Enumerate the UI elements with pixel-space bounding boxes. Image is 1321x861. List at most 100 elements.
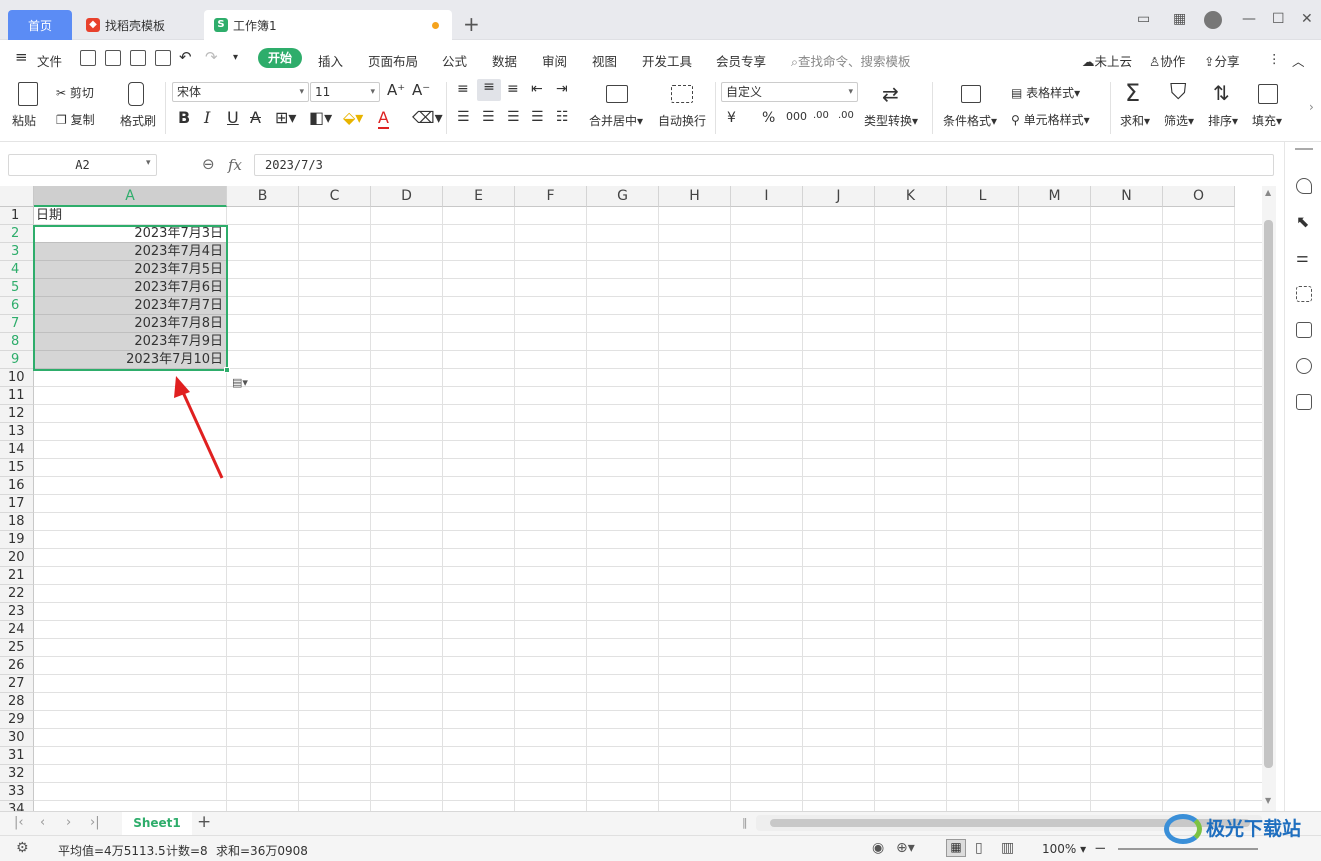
menu-developer[interactable]: 开发工具 xyxy=(642,51,692,70)
align-center-icon[interactable]: ☰ xyxy=(482,109,495,125)
align-middle-icon[interactable]: ≡ xyxy=(477,79,501,101)
macro-icon[interactable]: ⚙ xyxy=(16,840,29,856)
row-header-15[interactable]: 15 xyxy=(0,459,34,477)
increase-indent-icon[interactable]: ⇥ xyxy=(556,81,568,97)
tab-templates[interactable]: ◆ 找稻壳模板 xyxy=(78,10,198,40)
row-header-29[interactable]: 29 xyxy=(0,711,34,729)
normal-view-icon[interactable]: ▦ xyxy=(946,839,966,857)
filter-icon[interactable]: ⛉ xyxy=(1170,80,1187,105)
merge-center-icon[interactable] xyxy=(606,85,628,103)
row-header-21[interactable]: 21 xyxy=(0,567,34,585)
menu-file[interactable]: 文件 xyxy=(37,51,62,70)
wrap-text-button[interactable]: 自动换行 xyxy=(658,112,706,129)
menu-data[interactable]: 数据 xyxy=(492,51,517,70)
fill-color-icon[interactable]: ⬙▾ xyxy=(343,108,363,127)
row-header-2[interactable]: 2 xyxy=(0,225,34,243)
row-header-25[interactable]: 25 xyxy=(0,639,34,657)
name-box-dropdown-icon[interactable]: ▾ xyxy=(146,158,151,168)
export-icon[interactable] xyxy=(105,50,121,66)
row-header-3[interactable]: 3 xyxy=(0,243,34,261)
increase-font-icon[interactable]: A⁺ xyxy=(387,81,405,99)
prev-sheet-icon[interactable]: ‹ xyxy=(40,815,45,830)
merge-center-button[interactable]: 合并居中▾ xyxy=(589,112,643,129)
rocket-icon[interactable] xyxy=(1296,178,1312,194)
font-size-select[interactable]: 11 xyxy=(310,82,380,102)
share-button[interactable]: ⇪分享 xyxy=(1204,51,1240,70)
justify-icon[interactable]: ☰ xyxy=(531,109,544,125)
select-all-corner[interactable] xyxy=(0,186,34,207)
crop-icon[interactable] xyxy=(1296,286,1312,302)
row-header-26[interactable]: 26 xyxy=(0,657,34,675)
column-header-g[interactable]: G xyxy=(587,186,659,207)
format-painter-icon[interactable] xyxy=(128,82,144,106)
column-header-l[interactable]: L xyxy=(947,186,1019,207)
book-search-icon[interactable] xyxy=(1296,394,1312,410)
column-header-a[interactable]: A xyxy=(34,186,227,207)
cell-a7[interactable]: 2023年7月8日 xyxy=(35,315,226,333)
zoom-out-icon[interactable]: − xyxy=(1094,839,1107,857)
filter-button[interactable]: 筛选▾ xyxy=(1164,112,1194,129)
save-icon[interactable] xyxy=(80,50,96,66)
row-header-32[interactable]: 32 xyxy=(0,765,34,783)
sum-button[interactable]: 求和▾ xyxy=(1120,112,1150,129)
cut-button[interactable]: ✂ 剪切 xyxy=(56,84,94,101)
tab-workbook[interactable]: S 工作簿1 xyxy=(204,10,452,40)
decrease-indent-icon[interactable]: ⇤ xyxy=(531,81,543,97)
minimize-icon[interactable]: — xyxy=(1242,11,1256,27)
row-header-20[interactable]: 20 xyxy=(0,549,34,567)
column-header-k[interactable]: K xyxy=(875,186,947,207)
row-header-14[interactable]: 14 xyxy=(0,441,34,459)
cell-style-button[interactable]: ⚲ 单元格样式▾ xyxy=(1011,111,1090,128)
column-header-f[interactable]: F xyxy=(515,186,587,207)
quick-access-dropdown-icon[interactable]: ▾ xyxy=(233,52,238,63)
row-header-18[interactable]: 18 xyxy=(0,513,34,531)
align-left-icon[interactable]: ☰ xyxy=(457,109,470,125)
cell-a3[interactable]: 2023年7月4日 xyxy=(35,243,226,261)
formula-input[interactable]: 2023/7/3 xyxy=(254,154,1274,176)
row-header-13[interactable]: 13 xyxy=(0,423,34,441)
percent-button[interactable]: % xyxy=(762,110,775,126)
row-header-33[interactable]: 33 xyxy=(0,783,34,801)
cell-a8[interactable]: 2023年7月9日 xyxy=(35,333,226,351)
menu-page-layout[interactable]: 页面布局 xyxy=(368,51,418,70)
column-header-h[interactable]: H xyxy=(659,186,731,207)
ribbon-scroll-right-icon[interactable]: › xyxy=(1309,100,1314,114)
row-header-8[interactable]: 8 xyxy=(0,333,34,351)
cloud-status-button[interactable]: ☁未上云 xyxy=(1082,51,1132,70)
column-header-b[interactable]: B xyxy=(227,186,299,207)
image-tool-icon[interactable] xyxy=(1296,322,1312,338)
tab-home[interactable]: 首页 xyxy=(8,10,72,40)
name-box[interactable]: A2 xyxy=(8,154,157,176)
type-convert-button[interactable]: 类型转换▾ xyxy=(864,112,918,129)
vertical-scrollbar[interactable]: ▲ ▼ xyxy=(1262,186,1276,811)
row-header-22[interactable]: 22 xyxy=(0,585,34,603)
row-header-10[interactable]: 10 xyxy=(0,369,34,387)
input-method-icon[interactable]: ⊕▾ xyxy=(896,840,915,856)
paste-icon[interactable] xyxy=(18,82,38,106)
menu-view[interactable]: 视图 xyxy=(592,51,617,70)
row-header-16[interactable]: 16 xyxy=(0,477,34,495)
column-header-n[interactable]: N xyxy=(1091,186,1163,207)
row-header-23[interactable]: 23 xyxy=(0,603,34,621)
underline-button[interactable]: U xyxy=(227,108,239,127)
row-header-5[interactable]: 5 xyxy=(0,279,34,297)
cell-a6[interactable]: 2023年7月7日 xyxy=(35,297,226,315)
distributed-align-icon[interactable]: ☷ xyxy=(556,109,569,125)
layout-switch-icon[interactable]: ▭ xyxy=(1137,11,1150,27)
zoom-search-icon[interactable]: ⊖ xyxy=(202,155,215,173)
bold-button[interactable]: B xyxy=(178,108,190,127)
avatar[interactable] xyxy=(1204,11,1222,29)
cell-a5[interactable]: 2023年7月6日 xyxy=(35,279,226,297)
add-sheet-button[interactable]: + xyxy=(197,812,211,832)
close-icon[interactable]: ✕ xyxy=(1301,11,1313,27)
menu-review[interactable]: 审阅 xyxy=(542,51,567,70)
row-header-24[interactable]: 24 xyxy=(0,621,34,639)
apps-grid-icon[interactable]: ▦ xyxy=(1173,11,1186,27)
clear-format-icon[interactable]: ⌫▾ xyxy=(412,108,443,127)
redo-icon[interactable]: ↷ xyxy=(205,48,218,66)
fill-icon[interactable] xyxy=(1258,84,1278,104)
row-header-1[interactable]: 1 xyxy=(0,207,34,225)
menu-member[interactable]: 会员专享 xyxy=(716,51,766,70)
column-header-c[interactable]: C xyxy=(299,186,371,207)
number-format-select[interactable]: 自定义 xyxy=(721,82,858,102)
